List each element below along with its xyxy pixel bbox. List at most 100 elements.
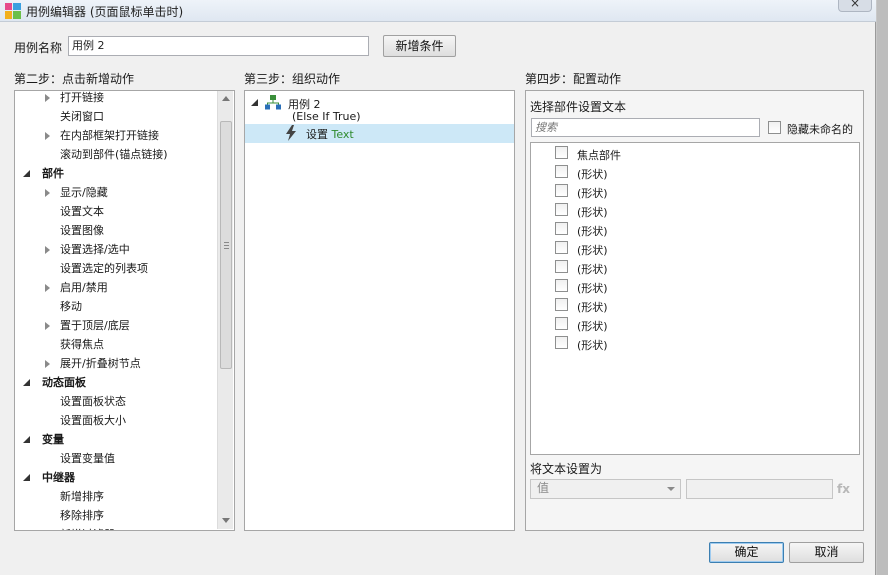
scroll-down-icon[interactable] — [222, 518, 230, 523]
widget-checkbox[interactable] — [555, 222, 568, 235]
action-prefix: 设置 — [306, 128, 332, 141]
expand-triangle-icon[interactable] — [45, 246, 50, 254]
hide-unnamed-label: 隐藏未命名的 — [787, 123, 853, 136]
widget-label: (形状) — [577, 187, 608, 200]
action-item-label: 设置面板大小 — [60, 414, 126, 427]
widget-list-item[interactable]: (形状) — [531, 296, 859, 315]
expand-triangle-icon[interactable] — [45, 94, 50, 102]
widget-label: (形状) — [577, 282, 608, 295]
value-text-input[interactable] — [686, 479, 833, 499]
collapse-triangle-icon[interactable] — [23, 474, 30, 481]
widget-label: (形状) — [577, 339, 608, 352]
lightning-icon — [286, 125, 296, 141]
action-item-label: 获得焦点 — [60, 338, 104, 351]
expand-triangle-icon[interactable] — [45, 284, 50, 292]
widget-checkbox[interactable] — [555, 279, 568, 292]
collapse-triangle-icon[interactable] — [251, 99, 258, 106]
step4-heading: 第四步：配置动作 — [525, 72, 622, 86]
widget-label: (形状) — [577, 244, 608, 257]
set-text-label: 将文本设置为 — [530, 462, 603, 476]
widget-list-item[interactable]: (形状) — [531, 182, 859, 201]
close-icon: × — [849, 0, 861, 10]
action-item-label: 移动 — [60, 300, 82, 313]
expand-triangle-icon[interactable] — [45, 189, 50, 197]
scroll-thumb[interactable] — [220, 121, 232, 369]
close-button[interactable]: × — [838, 0, 872, 12]
action-item-label: 展开/折叠树节点 — [60, 357, 141, 370]
widget-checkbox[interactable] — [555, 241, 568, 254]
action-tree-scrollbar[interactable] — [217, 91, 233, 529]
action-item-label: 置于顶层/底层 — [60, 319, 130, 332]
widget-checkbox[interactable] — [555, 184, 568, 197]
action-target: Text — [331, 128, 354, 141]
action-row-set-text[interactable]: 设置 Text — [245, 124, 514, 143]
widget-list-item[interactable]: (形状) — [531, 220, 859, 239]
widget-checkbox[interactable] — [555, 165, 568, 178]
widget-list-item[interactable]: 焦点部件 — [531, 144, 859, 163]
widget-checkbox[interactable] — [555, 260, 568, 273]
collapse-triangle-icon[interactable] — [23, 379, 30, 386]
action-row-text: 设置 Text — [306, 126, 354, 142]
scroll-up-icon[interactable] — [222, 96, 230, 101]
widget-label: (形状) — [577, 168, 608, 181]
widget-checkbox[interactable] — [555, 146, 568, 159]
widget-list-item[interactable]: (形状) — [531, 315, 859, 334]
hide-unnamed-checkbox[interactable] — [768, 121, 781, 134]
action-item-label: 设置图像 — [60, 224, 104, 237]
select-widget-label: 选择部件设置文本 — [530, 100, 627, 114]
case-condition: (Else If True) — [292, 110, 361, 123]
action-item-label: 动态面板 — [42, 376, 86, 389]
collapse-triangle-icon[interactable] — [23, 170, 30, 177]
value-type-select[interactable]: 值 — [530, 479, 681, 499]
collapse-triangle-icon[interactable] — [23, 436, 30, 443]
action-item-label: 设置文本 — [60, 205, 104, 218]
widget-checkbox[interactable] — [555, 317, 568, 330]
action-item-label: 滚动到部件(锚点链接) — [60, 148, 168, 161]
action-item-label: 设置变量值 — [60, 452, 115, 465]
action-tree-panel: 打开链接 关闭窗口 在内部框架打开链接 滚动到部件(锚点链接) 部件 显示/隐藏 设置文本设… — [14, 90, 235, 531]
case-tree-icon — [265, 95, 281, 110]
organize-actions-panel: 用例 2 (Else If True) 设置 Text — [244, 90, 515, 531]
expand-triangle-icon[interactable] — [45, 322, 50, 330]
widget-label: (形状) — [577, 320, 608, 333]
action-item-label: 显示/隐藏 — [60, 186, 108, 199]
step3-heading: 第三步：组织动作 — [244, 72, 341, 86]
widget-label: (形状) — [577, 301, 608, 314]
widget-label: (形状) — [577, 206, 608, 219]
widget-list-item[interactable]: (形状) — [531, 334, 859, 353]
widget-list-item[interactable]: (形状) — [531, 258, 859, 277]
expand-triangle-icon[interactable] — [45, 132, 50, 140]
action-item-label: 设置选定的列表项 — [60, 262, 148, 275]
widget-list-item[interactable]: (形状) — [531, 201, 859, 220]
fx-button[interactable]: fx — [837, 482, 850, 496]
action-item-label: 在内部框架打开链接 — [60, 129, 159, 142]
widget-label: 焦点部件 — [577, 149, 621, 162]
action-item-label: 新增过滤器 — [60, 525, 115, 530]
widget-list-item[interactable]: (形状) — [531, 239, 859, 258]
title-bar[interactable]: 用例编辑器 (页面鼠标单击时) × — [0, 0, 876, 22]
widget-checkbox[interactable] — [555, 336, 568, 349]
widget-label: (形状) — [577, 225, 608, 238]
action-item-label: 中继器 — [42, 471, 75, 484]
cancel-button[interactable]: 取消 — [789, 542, 864, 563]
ok-button[interactable]: 确定 — [709, 542, 784, 563]
action-item-label: 新增排序 — [60, 490, 104, 503]
widget-checkbox[interactable] — [555, 298, 568, 311]
widget-list: 焦点部件 (形状) (形状) (形状) (形状) (形状) (形状) (形状) (形状) (形状)… — [530, 142, 860, 455]
action-item-label: 设置面板状态 — [60, 395, 126, 408]
configure-action-panel: 选择部件设置文本 隐藏未命名的 焦点部件 (形状) (形状) (形状) (形状) (形状)… — [525, 90, 864, 531]
chevron-down-icon — [667, 487, 675, 491]
add-condition-button[interactable]: 新增条件 — [383, 35, 456, 57]
widget-list-item[interactable]: (形状) — [531, 277, 859, 296]
expand-triangle-icon[interactable] — [45, 360, 50, 368]
widget-checkbox[interactable] — [555, 203, 568, 216]
action-item-label: 启用/禁用 — [60, 281, 108, 294]
widget-search-input[interactable] — [531, 118, 760, 137]
value-type-value: 值 — [537, 481, 550, 495]
case-name-label: 用例名称 — [14, 41, 63, 55]
widget-label: (形状) — [577, 263, 608, 276]
case-name-input[interactable]: 用例 2 — [68, 36, 369, 56]
case-editor-dialog: 用例编辑器 (页面鼠标单击时) × 用例名称 用例 2 新增条件 第二步：点击新… — [0, 0, 876, 575]
widget-list-item[interactable]: (形状) — [531, 163, 859, 182]
action-item-label: 关闭窗口 — [60, 110, 104, 123]
